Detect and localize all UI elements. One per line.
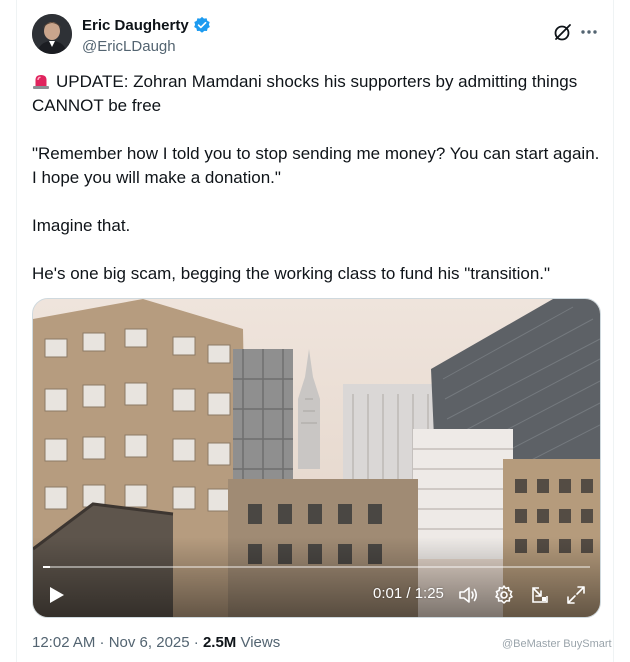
- views-label: Views: [236, 634, 281, 651]
- progress-fill: [43, 566, 50, 568]
- settings-button[interactable]: [493, 584, 515, 606]
- timestamp[interactable]: 12:02 AM · Nov 6, 2025 ·: [32, 634, 203, 651]
- fullscreen-button[interactable]: [565, 584, 587, 606]
- grok-icon[interactable]: [553, 22, 573, 42]
- play-icon: [50, 587, 64, 603]
- siren-icon: [32, 72, 50, 90]
- settings-gear-icon: [495, 585, 513, 604]
- views-count[interactable]: 2.5M: [203, 634, 236, 651]
- tweet-paragraph: UPDATE: Zohran Mamdani shocks his suppor…: [32, 70, 602, 118]
- play-button[interactable]: [45, 584, 67, 606]
- tweet-paragraph-4: He's one big scam, begging the working c…: [32, 264, 551, 283]
- tweet-paragraph-1: UPDATE: Zohran Mamdani shocks his suppor…: [32, 72, 578, 115]
- author-handle[interactable]: @EricLDaugh: [82, 38, 176, 55]
- verified-badge-icon: [193, 16, 211, 34]
- tweet-paragraph-2: "Remember how I told you to stop sending…: [32, 144, 600, 187]
- tweet-meta: 12:02 AM · Nov 6, 2025 · 2.5M Views: [32, 634, 280, 651]
- tweet-paragraph-3: Imagine that.: [32, 216, 131, 235]
- progress-bar[interactable]: [43, 566, 590, 568]
- more-options-icon[interactable]: [578, 22, 600, 42]
- video-player[interactable]: 0:01 / 1:25: [32, 298, 601, 618]
- picture-in-picture-button[interactable]: [529, 584, 551, 606]
- fullscreen-icon: [567, 586, 585, 604]
- time-readout: 0:01 / 1:25: [373, 585, 444, 602]
- picture-in-picture-icon: [532, 587, 548, 603]
- volume-button[interactable]: [457, 584, 479, 606]
- avatar[interactable]: [32, 14, 72, 54]
- author-name-text[interactable]: Eric Daugherty: [82, 17, 189, 34]
- volume-icon: [459, 587, 478, 603]
- tweet-text: UPDATE: Zohran Mamdani shocks his suppor…: [32, 70, 602, 310]
- author-name[interactable]: Eric Daugherty: [82, 16, 211, 34]
- watermark: @BeMaster BuySmart: [502, 638, 612, 650]
